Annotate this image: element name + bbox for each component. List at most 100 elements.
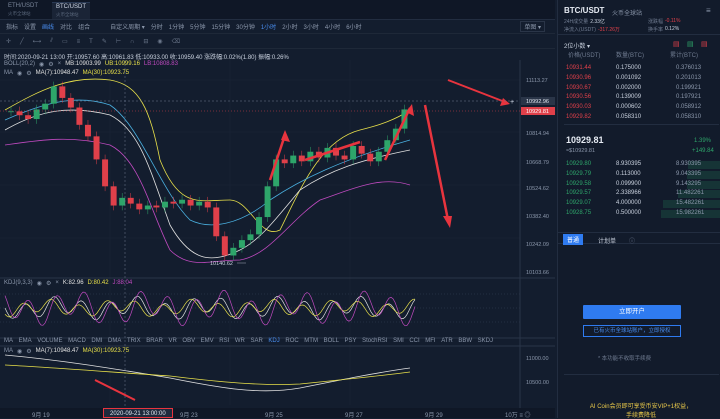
indicator-tab-sar[interactable]: SAR: [250, 338, 262, 344]
ma-name[interactable]: MA: [4, 70, 13, 77]
bid-row[interactable]: 10929.808.9303958.930395: [558, 160, 720, 170]
indicator-tab-ma[interactable]: MA: [4, 338, 13, 344]
ask-row[interactable]: 10931.440.1750000.376013: [558, 64, 720, 74]
lock-icon[interactable]: ⊟: [143, 38, 148, 45]
custom-period-select[interactable]: 自定义周期 ▾: [110, 22, 145, 31]
line-tool-icon[interactable]: ╱: [20, 38, 24, 45]
low-price-label: 10140.62: [210, 261, 233, 267]
indicator-tab-cci[interactable]: CCI: [409, 338, 419, 344]
cursor-icon[interactable]: ✛: [6, 38, 11, 45]
bid-row[interactable]: 10929.580.0999009.143295: [558, 180, 720, 190]
indicator-tab-trix[interactable]: TRIX: [127, 338, 141, 344]
brush-tool-icon[interactable]: ✎: [102, 38, 107, 45]
help-icon[interactable]: ⓘ: [629, 236, 635, 245]
indicator-tab-bbw[interactable]: BBW: [458, 338, 472, 344]
gear-icon[interactable]: ⚙: [48, 61, 53, 68]
indicator-button[interactable]: 指标: [6, 22, 18, 31]
authorize-button[interactable]: 已有火币全球站账户，立即授权: [583, 325, 681, 337]
indicator-tab-atr[interactable]: ATR: [441, 338, 453, 344]
open-account-button[interactable]: 立即开户: [583, 305, 681, 319]
promo-text[interactable]: AI Coin会员即可享受币安VIP+1权益，: [566, 401, 716, 410]
gear-icon[interactable]: ⚙: [26, 348, 31, 355]
bid-row[interactable]: 10928.750.50000015.982261: [558, 209, 720, 219]
fib-tool-icon[interactable]: ≡: [77, 39, 81, 45]
measure-tool-icon[interactable]: ⊢: [116, 38, 121, 45]
y-tick: 10382.40: [526, 214, 549, 220]
boll-name[interactable]: BOLL(20,2): [4, 61, 35, 68]
gear-icon[interactable]: ⚙: [26, 70, 31, 77]
period-timeline[interactable]: 分时: [151, 22, 163, 31]
eye-icon[interactable]: ◉: [17, 348, 22, 355]
book-both-icon[interactable]: ▤: [673, 40, 680, 48]
indicator-tab-ema[interactable]: EMA: [19, 338, 32, 344]
indicator-tab-volume[interactable]: VOLUME: [37, 338, 62, 344]
rect-tool-icon[interactable]: ▭: [62, 38, 68, 45]
sub-ma-name[interactable]: MA: [4, 348, 13, 355]
period-4h[interactable]: 4小时: [325, 22, 340, 31]
book-asks-icon[interactable]: ▤: [701, 40, 708, 48]
period-6h[interactable]: 6小时: [346, 22, 361, 31]
indicator-tab-vr[interactable]: VR: [168, 338, 176, 344]
indicator-tab-rsi[interactable]: RSI: [219, 338, 229, 344]
menu-icon[interactable]: ≡: [706, 6, 711, 15]
indicator-tab-dmi[interactable]: DMI: [91, 338, 102, 344]
eye-icon[interactable]: ◉: [17, 70, 22, 77]
tab-plan[interactable]: 计划单: [598, 236, 616, 245]
indicator-tab-stochrsi[interactable]: StochRSI: [362, 338, 387, 344]
period-5m[interactable]: 5分钟: [190, 22, 205, 31]
indicator-tab-mfi[interactable]: MFI: [425, 338, 435, 344]
price-cell: 10929.82: [566, 113, 591, 123]
magnet-icon[interactable]: ∩: [130, 39, 134, 45]
combo-button[interactable]: 组合: [78, 22, 90, 31]
ask-row[interactable]: 10929.820.0583100.058310: [558, 113, 720, 123]
tab-btc-usdt[interactable]: BTC/USDT火币全球站: [52, 2, 90, 19]
kdj-name[interactable]: KDJ(9,3,3): [4, 280, 33, 287]
draw-button[interactable]: 画线: [42, 22, 54, 31]
add-alert-icon[interactable]: +: [510, 99, 514, 106]
compare-button[interactable]: 对比: [60, 22, 72, 31]
indicator-tab-psy[interactable]: PSY: [345, 338, 357, 344]
indicator-tab-emv[interactable]: EMV: [201, 338, 214, 344]
indicator-tab-kdj[interactable]: KDJ: [268, 338, 279, 344]
period-2h[interactable]: 2小时: [282, 22, 297, 31]
indicator-tab-mtm[interactable]: MTM: [304, 338, 318, 344]
text-tool-icon[interactable]: T: [89, 39, 93, 45]
indicator-tab-obv[interactable]: OBV: [182, 338, 195, 344]
indicator-tab-skdj[interactable]: SKDJ: [478, 338, 493, 344]
indicator-tab-smi[interactable]: SMI: [393, 338, 404, 344]
bid-row[interactable]: 10929.790.1130009.043395: [558, 170, 720, 180]
bid-row[interactable]: 10929.572.33896611.482261: [558, 189, 720, 199]
indicator-tab-macd[interactable]: MACD: [68, 338, 86, 344]
eye-icon[interactable]: ◉: [39, 61, 44, 68]
period-3h[interactable]: 3小时: [304, 22, 319, 31]
settings-button[interactable]: 设置: [24, 22, 36, 31]
delete-icon[interactable]: ⌫: [172, 38, 180, 45]
indicator-tab-wr[interactable]: WR: [235, 338, 245, 344]
eye-icon[interactable]: ◉: [37, 280, 42, 287]
close-icon[interactable]: ×: [58, 61, 62, 68]
ask-row[interactable]: 10930.960.0010920.201013: [558, 74, 720, 84]
stat-turnover: 换手率0.12%: [648, 26, 679, 33]
book-bids-icon[interactable]: ▤: [687, 40, 694, 48]
gear-icon[interactable]: ⚙: [46, 280, 51, 287]
eye-icon[interactable]: ◉: [157, 38, 162, 45]
layout-select[interactable]: 单图 ▾: [520, 21, 545, 32]
ask-row[interactable]: 10930.670.0020000.199921: [558, 84, 720, 94]
tab-normal[interactable]: 普通: [563, 234, 583, 245]
period-1m[interactable]: 1分钟: [169, 22, 184, 31]
period-1h[interactable]: 1小时: [261, 22, 276, 31]
channel-tool-icon[interactable]: ⫽: [50, 38, 53, 45]
period-30m[interactable]: 30分钟: [236, 22, 255, 31]
indicator-tab-roc[interactable]: ROC: [285, 338, 298, 344]
indicator-tab-boll[interactable]: BOLL: [324, 338, 339, 344]
depth-select[interactable]: 2位小数 ▾: [564, 41, 590, 50]
close-icon[interactable]: ×: [55, 280, 59, 287]
indicator-tab-dma[interactable]: DMA: [108, 338, 121, 344]
ask-row[interactable]: 10930.560.1390090.197921: [558, 93, 720, 103]
ask-row[interactable]: 10930.030.0006020.058912: [558, 103, 720, 113]
tab-eth-usdt[interactable]: ETH/USDT火币全球站: [4, 2, 42, 19]
indicator-tab-brar[interactable]: BRAR: [146, 338, 163, 344]
period-15m[interactable]: 15分钟: [211, 22, 230, 31]
ray-tool-icon[interactable]: ⟷: [33, 38, 42, 45]
bid-row[interactable]: 10929.074.00000015.482261: [558, 199, 720, 209]
